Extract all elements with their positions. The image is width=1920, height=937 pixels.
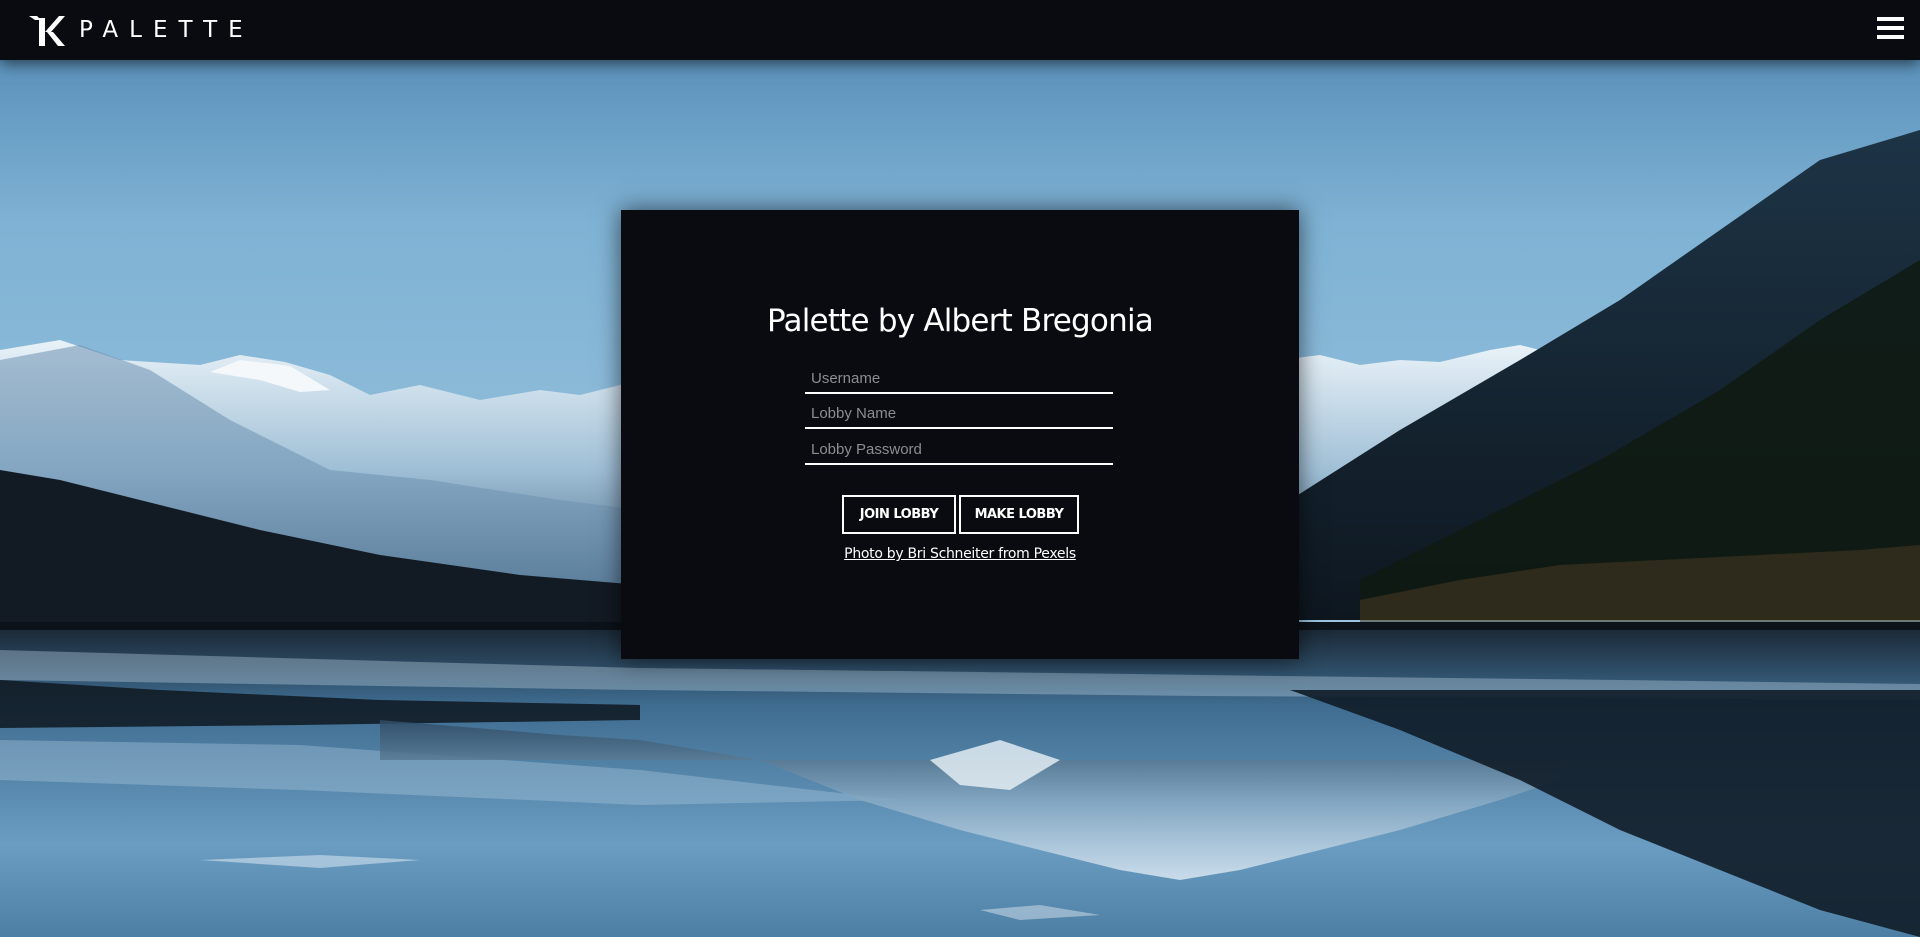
brand-name: PALETTE <box>79 17 254 43</box>
lobby-card: Palette by Albert Bregonia JOIN LOBBY MA… <box>621 210 1299 659</box>
menu-bar-line <box>1877 17 1904 21</box>
make-lobby-button[interactable]: MAKE LOBBY <box>959 495 1079 534</box>
username-input[interactable] <box>805 365 1113 394</box>
menu-bar-line <box>1877 35 1904 39</box>
page: PALETTE Palette by Albert Bregonia JOIN … <box>0 0 1920 937</box>
photo-credit-link[interactable]: Photo by Bri Schneiter from Pexels <box>621 546 1299 562</box>
top-navbar: PALETTE <box>0 0 1920 60</box>
lobby-name-input[interactable] <box>805 400 1113 429</box>
menu-bar-line <box>1877 26 1904 30</box>
join-lobby-button[interactable]: JOIN LOBBY <box>842 495 956 534</box>
k-letter-logo-icon <box>29 16 65 46</box>
brand-home-link[interactable]: PALETTE <box>27 12 254 48</box>
lobby-password-input[interactable] <box>805 436 1113 465</box>
page-title: Palette by Albert Bregonia <box>767 303 1154 339</box>
hamburger-menu-icon[interactable] <box>1877 16 1904 42</box>
